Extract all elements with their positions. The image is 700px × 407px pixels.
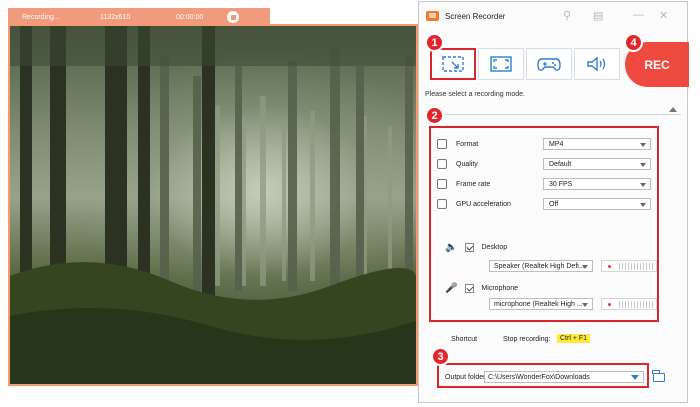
output-folder-panel: Output folder: C:\Users\WonderFox\Downlo… bbox=[437, 363, 649, 388]
stop-icon bbox=[230, 14, 236, 20]
mode-fullscreen-button[interactable] bbox=[478, 48, 524, 80]
divider bbox=[425, 114, 681, 115]
stop-recording-button[interactable] bbox=[227, 11, 239, 23]
format-icon bbox=[437, 139, 447, 149]
microphone-header: 🎤 Microphone bbox=[445, 283, 518, 294]
stop-hotkey[interactable]: Ctrl + F1 bbox=[557, 334, 591, 343]
cart-icon[interactable]: ▤ bbox=[593, 9, 603, 22]
collapse-arrow-icon[interactable] bbox=[669, 107, 677, 112]
chevron-down-icon bbox=[582, 265, 588, 269]
gpu-select[interactable]: Off bbox=[543, 198, 651, 210]
frame-rate-value: 30 FPS bbox=[549, 180, 573, 188]
callout-badge-2: 2 bbox=[425, 106, 444, 125]
quality-label: Quality bbox=[456, 160, 478, 168]
fullscreen-icon bbox=[490, 56, 512, 72]
screen-recorder-window: Screen Recorder ⚲ ▤ — ✕ REC Please selec… bbox=[418, 1, 689, 403]
recording-status-text: Recording... bbox=[22, 13, 60, 21]
desktop-audio-checkbox[interactable] bbox=[465, 243, 475, 252]
microphone-volume-meter[interactable] bbox=[601, 298, 657, 310]
mode-audio-button[interactable] bbox=[574, 48, 620, 80]
microphone-device-select[interactable]: microphone (Realtek High ... bbox=[489, 298, 593, 310]
desktop-volume-meter[interactable] bbox=[601, 260, 657, 272]
chevron-down-icon bbox=[640, 203, 646, 207]
desktop-device-value: Speaker (Realtek High Defi... bbox=[494, 262, 585, 270]
output-folder-label: Output folder: bbox=[445, 374, 488, 381]
quality-icon bbox=[437, 159, 447, 169]
audio-only-icon bbox=[587, 56, 606, 72]
pin-icon[interactable]: ⚲ bbox=[563, 9, 571, 22]
desktop-audio-header: 🔈 Desktop bbox=[445, 242, 507, 253]
desktop-device-select[interactable]: Speaker (Realtek High Defi... bbox=[489, 260, 593, 272]
mode-hint-text: Please select a recording mode. bbox=[425, 91, 525, 98]
gamepad-icon bbox=[537, 58, 561, 71]
volume-dot bbox=[608, 264, 611, 268]
speaker-icon: 🔈 bbox=[445, 242, 458, 253]
forest-scene-image bbox=[10, 26, 416, 384]
callout-badge-3: 3 bbox=[431, 347, 450, 366]
format-value: MP4 bbox=[549, 140, 564, 148]
chevron-down-icon bbox=[631, 375, 639, 380]
title-bar: Screen Recorder ⚲ ▤ — ✕ bbox=[419, 2, 687, 29]
shortcut-label: Shortcut bbox=[451, 336, 478, 343]
output-folder-path: C:\Users\WonderFox\Downloads bbox=[488, 373, 590, 381]
frame-rate-row: Frame rate 30 FPS bbox=[437, 178, 657, 190]
app-logo-icon bbox=[426, 11, 439, 21]
microphone-checkbox[interactable] bbox=[465, 284, 475, 293]
frame-rate-label: Frame rate bbox=[456, 180, 491, 188]
gpu-value: Off bbox=[549, 200, 559, 208]
format-label: Format bbox=[456, 140, 479, 148]
microphone-device-value: microphone (Realtek High ... bbox=[494, 300, 583, 308]
forest-trees-graphic bbox=[10, 26, 416, 384]
mode-region-button[interactable] bbox=[430, 48, 476, 80]
open-folder-icon[interactable] bbox=[652, 370, 665, 382]
chevron-down-icon bbox=[640, 163, 646, 167]
volume-ticks bbox=[619, 300, 653, 308]
recording-size-text: 1132x610 bbox=[100, 13, 131, 21]
frame-rate-icon bbox=[437, 179, 447, 189]
microphone-label: Microphone bbox=[481, 285, 519, 292]
capture-region[interactable] bbox=[8, 24, 418, 386]
recording-settings-panel: Format MP4 Quality Default Frame rate 30… bbox=[429, 126, 659, 322]
gpu-label: GPU acceleration bbox=[456, 200, 511, 208]
chevron-down-icon bbox=[582, 303, 588, 307]
region-select-icon bbox=[442, 56, 464, 72]
callout-badge-1: 1 bbox=[425, 33, 444, 52]
gpu-row: GPU acceleration Off bbox=[437, 198, 657, 210]
window-title: Screen Recorder bbox=[445, 12, 506, 21]
quality-select[interactable]: Default bbox=[543, 158, 651, 170]
chevron-down-icon bbox=[640, 143, 646, 147]
stop-recording-label: Stop recording: bbox=[503, 336, 551, 343]
desktop-audio-label: Desktop bbox=[481, 244, 508, 251]
callout-badge-4: 4 bbox=[624, 33, 643, 52]
gpu-icon bbox=[437, 199, 447, 209]
microphone-icon: 🎤 bbox=[445, 283, 458, 294]
minimize-icon[interactable]: — bbox=[633, 9, 644, 21]
quality-row: Quality Default bbox=[437, 158, 657, 170]
recording-timer: 00:00:00 bbox=[176, 13, 204, 21]
frame-rate-select[interactable]: 30 FPS bbox=[543, 178, 651, 190]
close-icon[interactable]: ✕ bbox=[659, 9, 668, 22]
mode-game-button[interactable] bbox=[526, 48, 572, 80]
volume-dot bbox=[608, 302, 611, 306]
quality-value: Default bbox=[549, 160, 572, 168]
volume-ticks bbox=[619, 262, 653, 270]
format-row: Format MP4 bbox=[437, 138, 657, 150]
chevron-down-icon bbox=[640, 183, 646, 187]
format-select[interactable]: MP4 bbox=[543, 138, 651, 150]
output-folder-select[interactable]: C:\Users\WonderFox\Downloads bbox=[484, 371, 644, 383]
